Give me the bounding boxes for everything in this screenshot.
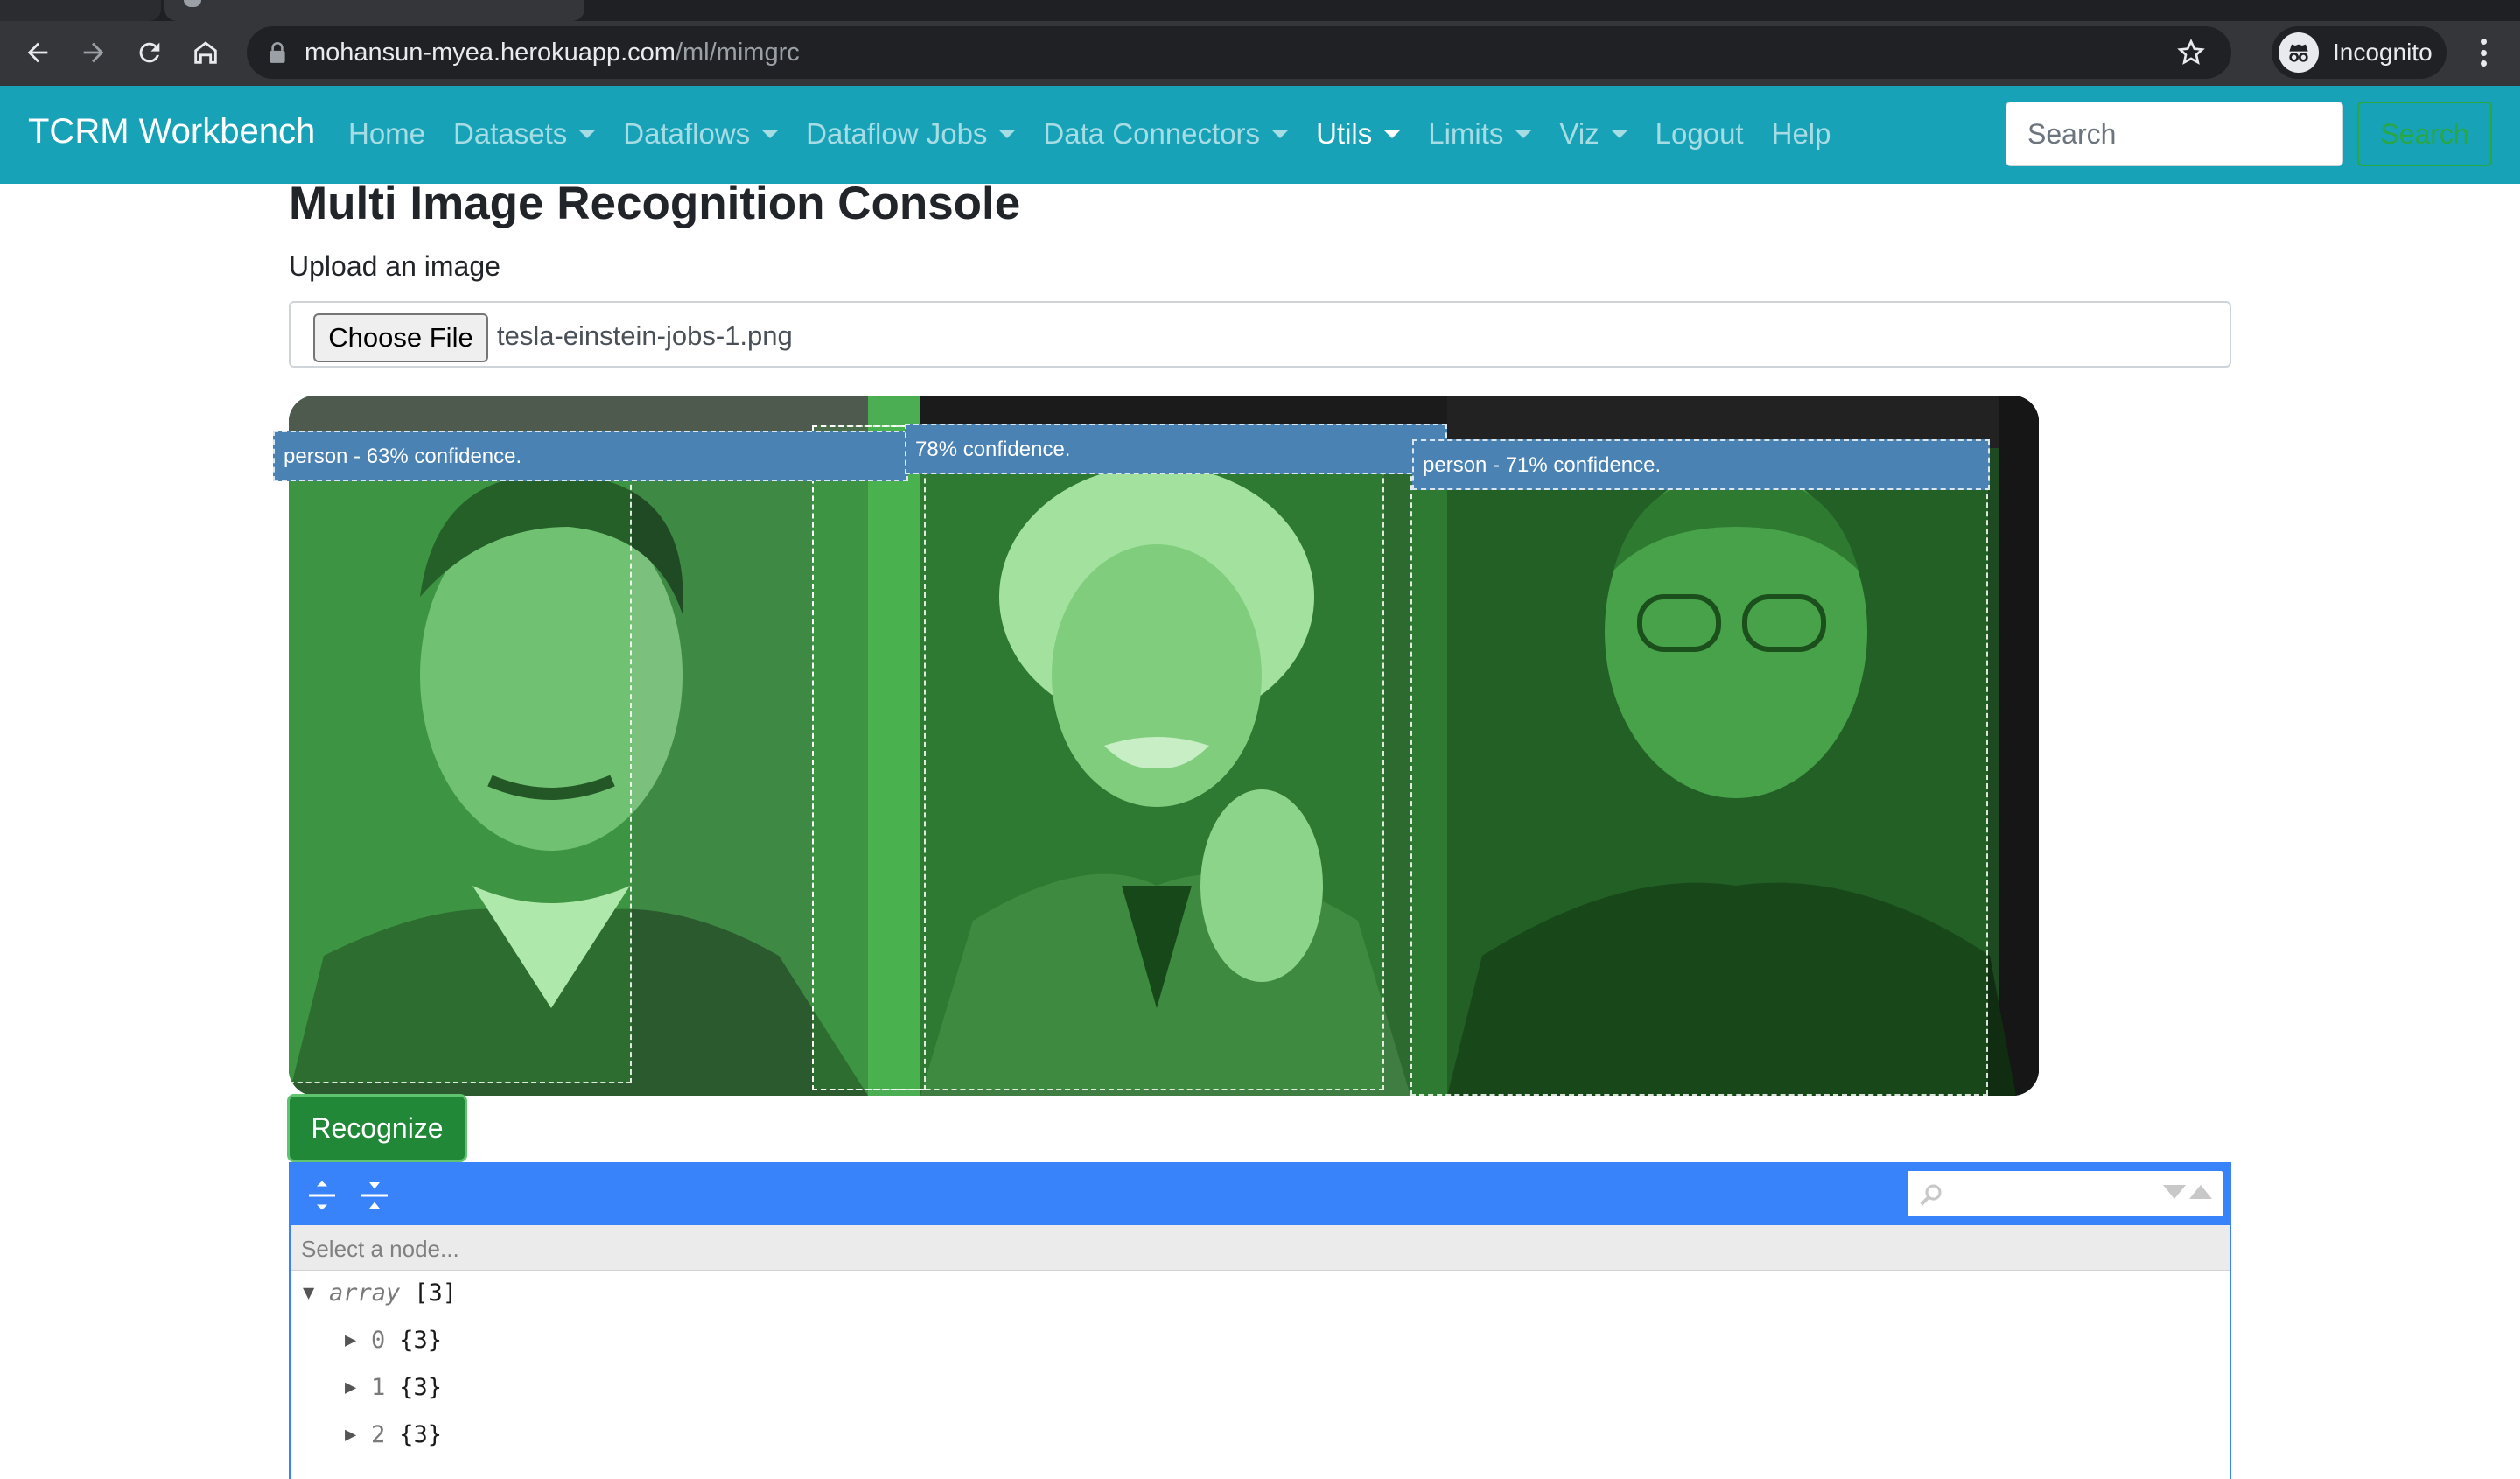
- search-next-icon[interactable]: [2163, 1185, 2186, 1199]
- navbar-menu: Home Datasets Dataflows Dataflow Jobs Da…: [348, 117, 1858, 151]
- tree-node-key: 1: [371, 1374, 386, 1401]
- detection-label-1: person - 63% confidence.: [273, 431, 908, 481]
- detection-label-2: 78% confidence.: [905, 424, 1447, 474]
- tree-node-key: 0: [371, 1327, 386, 1354]
- search-icon: [1920, 1184, 1942, 1206]
- nav-item-utils[interactable]: Utils: [1316, 117, 1401, 151]
- tree-node-root[interactable]: ▼ array [3]: [303, 1279, 457, 1307]
- recognize-button[interactable]: Recognize: [287, 1094, 467, 1162]
- caret-down-icon: [1516, 130, 1532, 138]
- bookmark-star-icon[interactable]: [2177, 39, 2205, 67]
- home-icon[interactable]: [186, 32, 226, 73]
- expand-triangle-icon[interactable]: ▶: [345, 1377, 371, 1398]
- detection-label-3: person - 71% confidence.: [1412, 439, 1990, 490]
- nav-item-dataflows[interactable]: Dataflows: [623, 117, 779, 151]
- forward-icon[interactable]: [74, 32, 114, 73]
- navbar-search-input[interactable]: [2006, 102, 2343, 166]
- reload-icon[interactable]: [130, 32, 170, 73]
- collapse-triangle-icon[interactable]: ▼: [303, 1282, 329, 1304]
- expand-triangle-icon[interactable]: ▶: [345, 1424, 371, 1446]
- upload-label: Upload an image: [289, 250, 500, 282]
- incognito-profile-button[interactable]: Incognito: [2272, 26, 2446, 79]
- json-viewer-menu: [290, 1164, 2230, 1225]
- browser-tab-inactive[interactable]: [0, 0, 161, 21]
- incognito-label: Incognito: [2333, 39, 2432, 66]
- file-input[interactable]: Choose File tesla-einstein-jobs-1.png: [289, 301, 2231, 368]
- json-search-box[interactable]: [1908, 1171, 2222, 1216]
- caret-down-icon: [999, 130, 1016, 138]
- nav-item-limits[interactable]: Limits: [1428, 117, 1532, 151]
- nav-item-logout[interactable]: Logout: [1656, 117, 1744, 151]
- tree-node-1[interactable]: ▶ 1 {3}: [345, 1374, 442, 1401]
- caret-down-icon: [762, 130, 779, 138]
- browser-menu-icon[interactable]: [2466, 33, 2501, 72]
- expand-all-icon[interactable]: [306, 1180, 338, 1211]
- expand-triangle-icon[interactable]: ▶: [345, 1329, 371, 1351]
- uploaded-image: [289, 396, 2039, 1096]
- url-text: mohansun-myea.herokuapp.com/ml/mimgrc: [304, 39, 800, 67]
- tree-node-0[interactable]: ▶ 0 {3}: [345, 1327, 442, 1354]
- caret-down-icon: [1272, 130, 1289, 138]
- caret-down-icon: [1384, 130, 1401, 138]
- tree-node-key: 2: [371, 1421, 386, 1448]
- json-navigation-bar[interactable]: Select a node...: [290, 1225, 2230, 1271]
- nav-item-help[interactable]: Help: [1772, 117, 1831, 151]
- tree-node-count: [3]: [414, 1279, 458, 1307]
- detection-box-3[interactable]: [1410, 441, 1988, 1096]
- selected-file-name: tesla-einstein-jobs-1.png: [497, 320, 793, 351]
- nav-item-dataflow-jobs[interactable]: Dataflow Jobs: [806, 117, 1016, 151]
- choose-file-button[interactable]: Choose File: [313, 313, 488, 362]
- navbar-brand[interactable]: TCRM Workbench: [28, 112, 315, 151]
- navbar-search-button[interactable]: Search: [2357, 102, 2492, 166]
- detection-box-2-edge: [812, 425, 926, 1090]
- browser-tab-strip: [0, 0, 2520, 21]
- tree-node-count: {3}: [399, 1327, 443, 1354]
- browser-tab-active[interactable]: [164, 0, 584, 21]
- nav-item-home[interactable]: Home: [348, 117, 425, 151]
- tree-node-key: array: [329, 1279, 401, 1307]
- incognito-icon: [2278, 32, 2319, 73]
- address-bar[interactable]: mohansun-myea.herokuapp.com/ml/mimgrc: [247, 26, 2231, 79]
- caret-down-icon: [579, 130, 596, 138]
- search-previous-icon[interactable]: [2189, 1185, 2212, 1199]
- app-navbar: TCRM Workbench Home Datasets Dataflows D…: [0, 86, 2520, 184]
- collapse-all-icon[interactable]: [359, 1180, 390, 1211]
- back-icon[interactable]: [18, 32, 58, 73]
- json-viewer: Select a node... ▼ array [3] ▶ 0 {3} ▶ 1…: [289, 1162, 2231, 1479]
- nav-item-datasets[interactable]: Datasets: [453, 117, 596, 151]
- tree-node-count: {3}: [399, 1374, 443, 1401]
- detection-box-1[interactable]: [289, 432, 632, 1083]
- lock-icon: [270, 42, 285, 63]
- json-nav-placeholder: Select a node...: [301, 1236, 459, 1262]
- nav-item-viz[interactable]: Viz: [1559, 117, 1628, 151]
- tree-node-2[interactable]: ▶ 2 {3}: [345, 1421, 442, 1448]
- nav-item-data-connectors[interactable]: Data Connectors: [1043, 117, 1289, 151]
- tree-node-count: {3}: [399, 1421, 443, 1448]
- page-title: Multi Image Recognition Console: [289, 178, 1021, 229]
- caret-down-icon: [1611, 130, 1628, 138]
